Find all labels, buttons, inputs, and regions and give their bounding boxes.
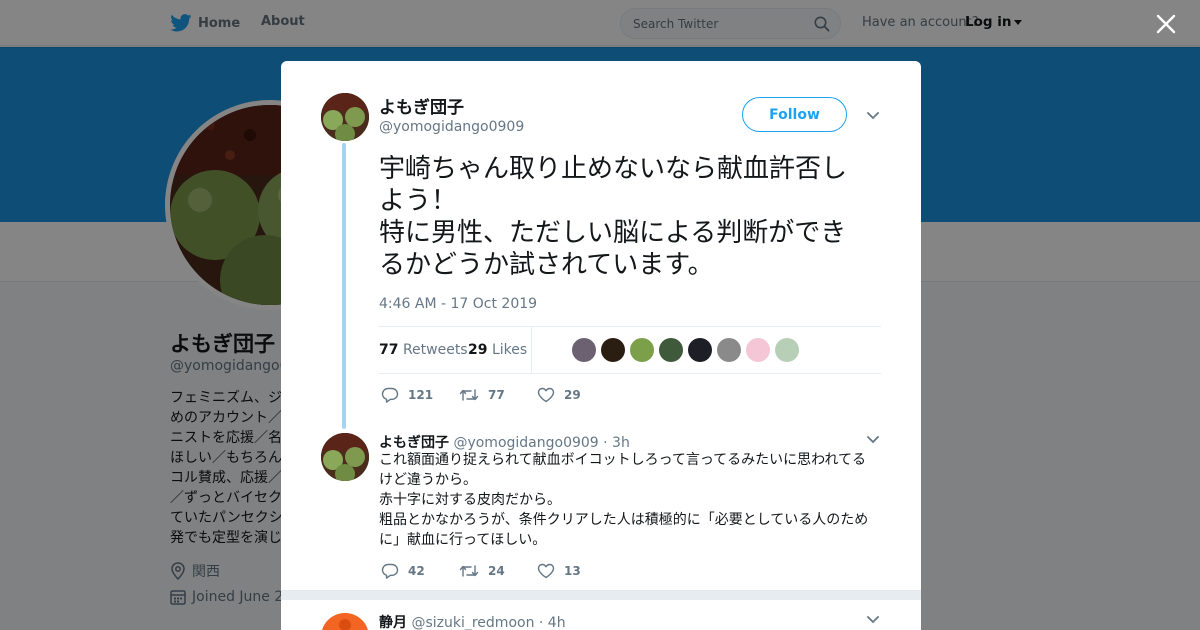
reply-author-name[interactable]: よもぎ団子	[379, 435, 449, 451]
retweet-icon	[459, 389, 479, 401]
author-name[interactable]: よもぎ団子	[379, 93, 464, 118]
follow-button[interactable]: Follow	[742, 97, 847, 132]
likes-stat[interactable]: 29 Likes	[468, 342, 527, 358]
retweets-count: 77	[379, 342, 399, 358]
reply-actions: 42 24 13	[381, 563, 615, 579]
chevron-down-icon[interactable]	[867, 112, 879, 120]
reply2-header: 静月 @sizuki_redmoon · 4h	[379, 612, 566, 630]
retweet-action[interactable]: 77	[459, 387, 537, 403]
reply-text-line: 粗品とかなかろうが、条件クリアした人は積極的に「必要としている人のため	[379, 512, 869, 528]
reply-header: よもぎ団子 @yomogidango0909 · 3h	[379, 432, 630, 452]
thread-connector-line	[342, 143, 346, 429]
reply-text-line: これ額面通り捉えられて献血ボイコットしろって言ってるみたいに思われてる	[379, 452, 867, 468]
reply-text: これ額面通り捉えられて献血ボイコットしろって言ってるみたいに思われてる けど違う…	[379, 450, 881, 550]
tweet-text-line: るかどうか試されています。	[379, 250, 714, 280]
like-action[interactable]: 29	[537, 387, 615, 403]
stats-divider	[531, 327, 532, 374]
like-count: 29	[564, 388, 581, 402]
author-handle[interactable]: @yomogidango0909	[379, 119, 524, 135]
liker-avatar[interactable]	[775, 338, 799, 362]
liker-avatar[interactable]	[659, 338, 683, 362]
tweet-stats: 77 Retweets 29 Likes	[379, 326, 881, 374]
dango-avatar-image	[321, 433, 369, 481]
orange-avatar-image	[322, 613, 368, 630]
replies-separator	[281, 590, 921, 600]
retweets-label: Retweets	[402, 342, 468, 358]
liker-avatar[interactable]	[601, 338, 625, 362]
liker-avatar[interactable]	[572, 338, 596, 362]
reply-icon	[381, 387, 399, 403]
reply-action[interactable]: 42	[381, 563, 459, 579]
reply2-author-name[interactable]: 静月	[379, 615, 407, 630]
liker-avatars	[572, 338, 799, 362]
retweet-action[interactable]: 24	[459, 563, 537, 579]
reply-age[interactable]: · 3h	[603, 435, 630, 451]
reply-author-avatar[interactable]	[321, 433, 369, 481]
liker-avatar[interactable]	[746, 338, 770, 362]
like-count: 13	[564, 564, 581, 578]
chevron-down-icon[interactable]	[867, 616, 879, 624]
retweet-count: 77	[488, 388, 505, 402]
reply-author-handle[interactable]: @yomogidango0909	[453, 435, 598, 451]
likes-count: 29	[468, 342, 488, 358]
tweet-timestamp[interactable]: 4:46 AM - 17 Oct 2019	[379, 296, 537, 312]
liker-avatar[interactable]	[717, 338, 741, 362]
reply-text-line: に」献血に行ってほしい。	[379, 532, 547, 548]
reply-text-line: 赤十字に対する皮肉だから。	[379, 492, 561, 508]
chevron-down-icon[interactable]	[867, 436, 879, 444]
tweet-permalink-modal: よもぎ団子 @yomogidango0909 Follow 宇崎ちゃん取り止めな…	[281, 61, 921, 630]
author-avatar[interactable]	[321, 93, 369, 141]
reply-count: 121	[408, 388, 434, 402]
retweet-count: 24	[488, 564, 505, 578]
liker-avatar[interactable]	[688, 338, 712, 362]
reply-action[interactable]: 121	[381, 387, 459, 403]
likes-label: Likes	[491, 342, 528, 358]
reply-icon	[381, 563, 399, 579]
heart-icon	[537, 563, 555, 579]
heart-icon	[537, 387, 555, 403]
tweet-text-line: 宇崎ちゃん取り止めないなら献血許否し	[379, 154, 848, 184]
reply2-author-avatar[interactable]	[321, 613, 369, 630]
tweet-text: 宇崎ちゃん取り止めないなら献血許否し よう！ 特に男性、ただしい脳による判断がで…	[379, 153, 889, 281]
reply-count: 42	[408, 564, 425, 578]
like-action[interactable]: 13	[537, 563, 615, 579]
tweet-actions: 121 77 29	[381, 387, 615, 403]
close-icon[interactable]	[1156, 14, 1176, 34]
reply2-age[interactable]: · 4h	[539, 615, 566, 630]
dango-avatar-image	[321, 93, 369, 141]
retweets-stat[interactable]: 77 Retweets	[379, 342, 468, 358]
retweet-icon	[459, 565, 479, 577]
tweet-text-line: 特に男性、ただしい脳による判断ができ	[379, 218, 847, 248]
reply2-author-handle[interactable]: @sizuki_redmoon	[411, 615, 534, 630]
reply-text-line: けど違うから。	[379, 472, 477, 488]
liker-avatar[interactable]	[630, 338, 654, 362]
tweet-text-line: よう！	[379, 186, 458, 216]
